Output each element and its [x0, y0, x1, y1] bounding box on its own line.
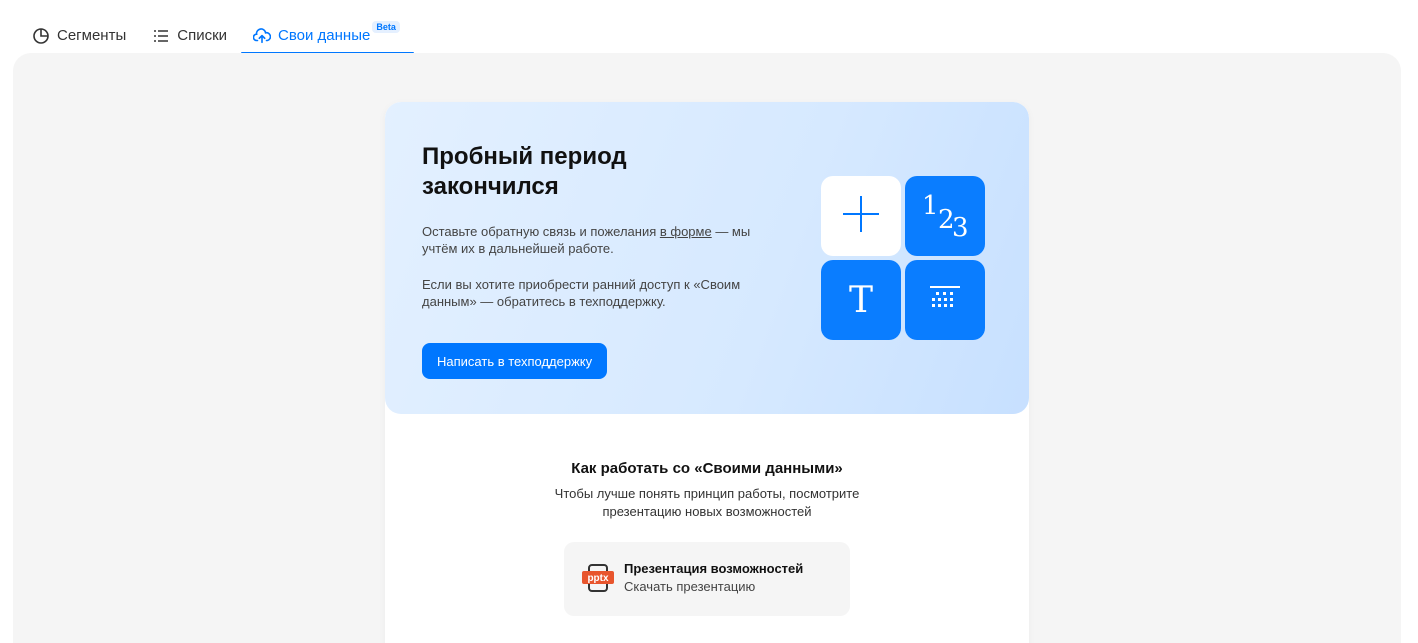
- table-tile: [905, 260, 985, 340]
- plus-tile: [821, 176, 901, 256]
- contact-support-button[interactable]: Написать в техподдержку: [422, 343, 608, 379]
- list-icon: [152, 27, 170, 45]
- text-icon: T: [848, 279, 873, 321]
- tab-segments-label: Сегменты: [57, 27, 127, 44]
- tab-lists-label: Списки: [177, 27, 228, 44]
- tab-segments[interactable]: Сегменты: [32, 0, 126, 54]
- hero-access-text: Если вы хотите приобрести ранний доступ …: [422, 277, 741, 309]
- beta-badge: Beta: [372, 20, 400, 33]
- feedback-form-link[interactable]: в форме: [660, 224, 712, 239]
- plus-icon: [840, 193, 882, 240]
- presentation-title: Презентация возможностей: [624, 561, 804, 576]
- tab-own-data-label: Свои данные: [278, 27, 371, 44]
- hero-feedback-before: Оставьте обратную связь и пожелания: [422, 224, 660, 239]
- pptx-file-icon: pptx: [582, 562, 614, 594]
- tab-lists[interactable]: Списки: [152, 0, 227, 54]
- table-icon: [928, 283, 962, 318]
- svg-text:pptx: pptx: [587, 573, 609, 584]
- tab-own-data[interactable]: Свои данные Beta: [241, 0, 414, 54]
- hero-title: Пробный период закончился: [422, 143, 627, 200]
- text-tile: T: [821, 260, 901, 340]
- how-to-title: Как работать со «Своими данными»: [571, 460, 843, 477]
- presentation-download-link[interactable]: Скачать презентацию: [624, 579, 755, 594]
- hero-banner: Пробный период закончился Оставьте обрат…: [385, 102, 1029, 414]
- pie-chart-icon: [32, 27, 50, 45]
- how-to-description: Чтобы лучше понять принцип работы, посмо…: [554, 486, 860, 519]
- hero-feedback-text: Оставьте обратную связь и пожелания в фо…: [422, 223, 772, 257]
- trial-card: Пробный период закончился Оставьте обрат…: [385, 102, 1029, 643]
- numbers-tile: 123: [905, 176, 985, 256]
- cloud-upload-icon: [253, 27, 272, 45]
- presentation-download-card[interactable]: pptx Презентация возможностей Скачать пр…: [564, 542, 850, 616]
- numbers-icon: 123: [922, 191, 969, 243]
- tabs-bar: Сегменты Списки Свои данные Beta: [32, 0, 426, 54]
